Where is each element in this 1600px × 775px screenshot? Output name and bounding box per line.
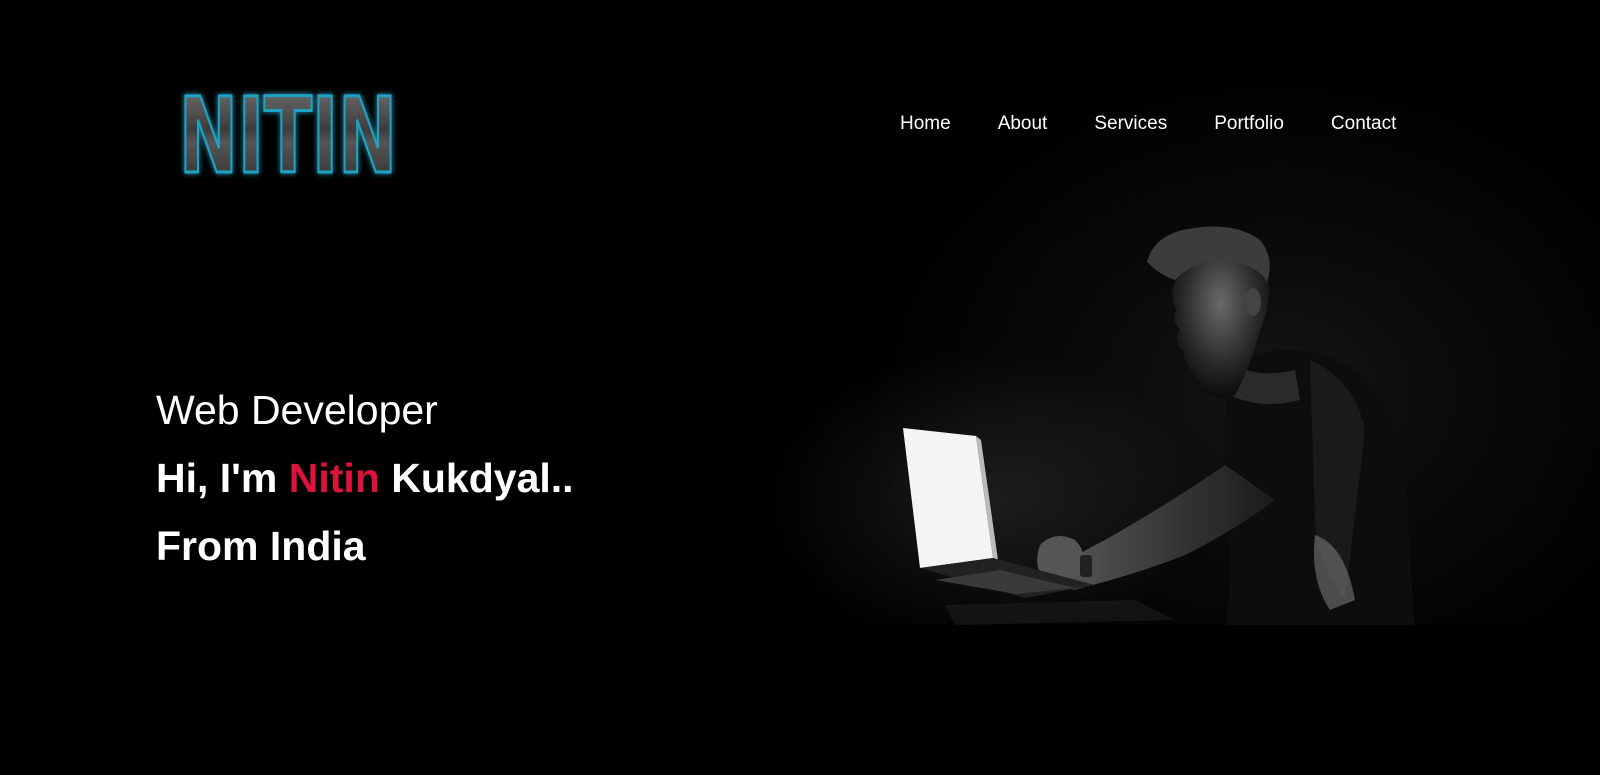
hero-first-name: Nitin <box>288 455 380 501</box>
hero-text: Web Developer Hi, I'm Nitin Kukdyal.. Fr… <box>156 382 574 574</box>
logo-wordmark: NITIN <box>178 74 399 199</box>
nav-home-link[interactable]: Home <box>900 110 951 138</box>
nav-portfolio-link[interactable]: Portfolio <box>1214 110 1284 138</box>
nav-contact-link[interactable]: Contact <box>1331 110 1396 138</box>
hero-image <box>755 0 1600 632</box>
nav-about-link[interactable]: About <box>998 110 1048 138</box>
greeting-prefix: Hi, I'm <box>156 455 289 501</box>
brand-logo[interactable]: NITIN <box>168 64 408 199</box>
hero-last-name: Kukdyal.. <box>379 455 574 501</box>
nav-services-link[interactable]: Services <box>1094 110 1167 138</box>
person-at-laptop-illustration <box>755 226 1600 632</box>
main-nav: Home About Services Portfolio Contact <box>900 110 1396 138</box>
logo-text: NITIN <box>179 75 397 194</box>
portfolio-page: NITIN Home About Services Portfolio Cont… <box>0 0 1600 775</box>
hero-role: Web Developer <box>156 387 438 433</box>
hero-greeting: Hi, I'm Nitin Kukdyal.. <box>156 450 574 506</box>
hero-origin: From India <box>156 523 366 569</box>
